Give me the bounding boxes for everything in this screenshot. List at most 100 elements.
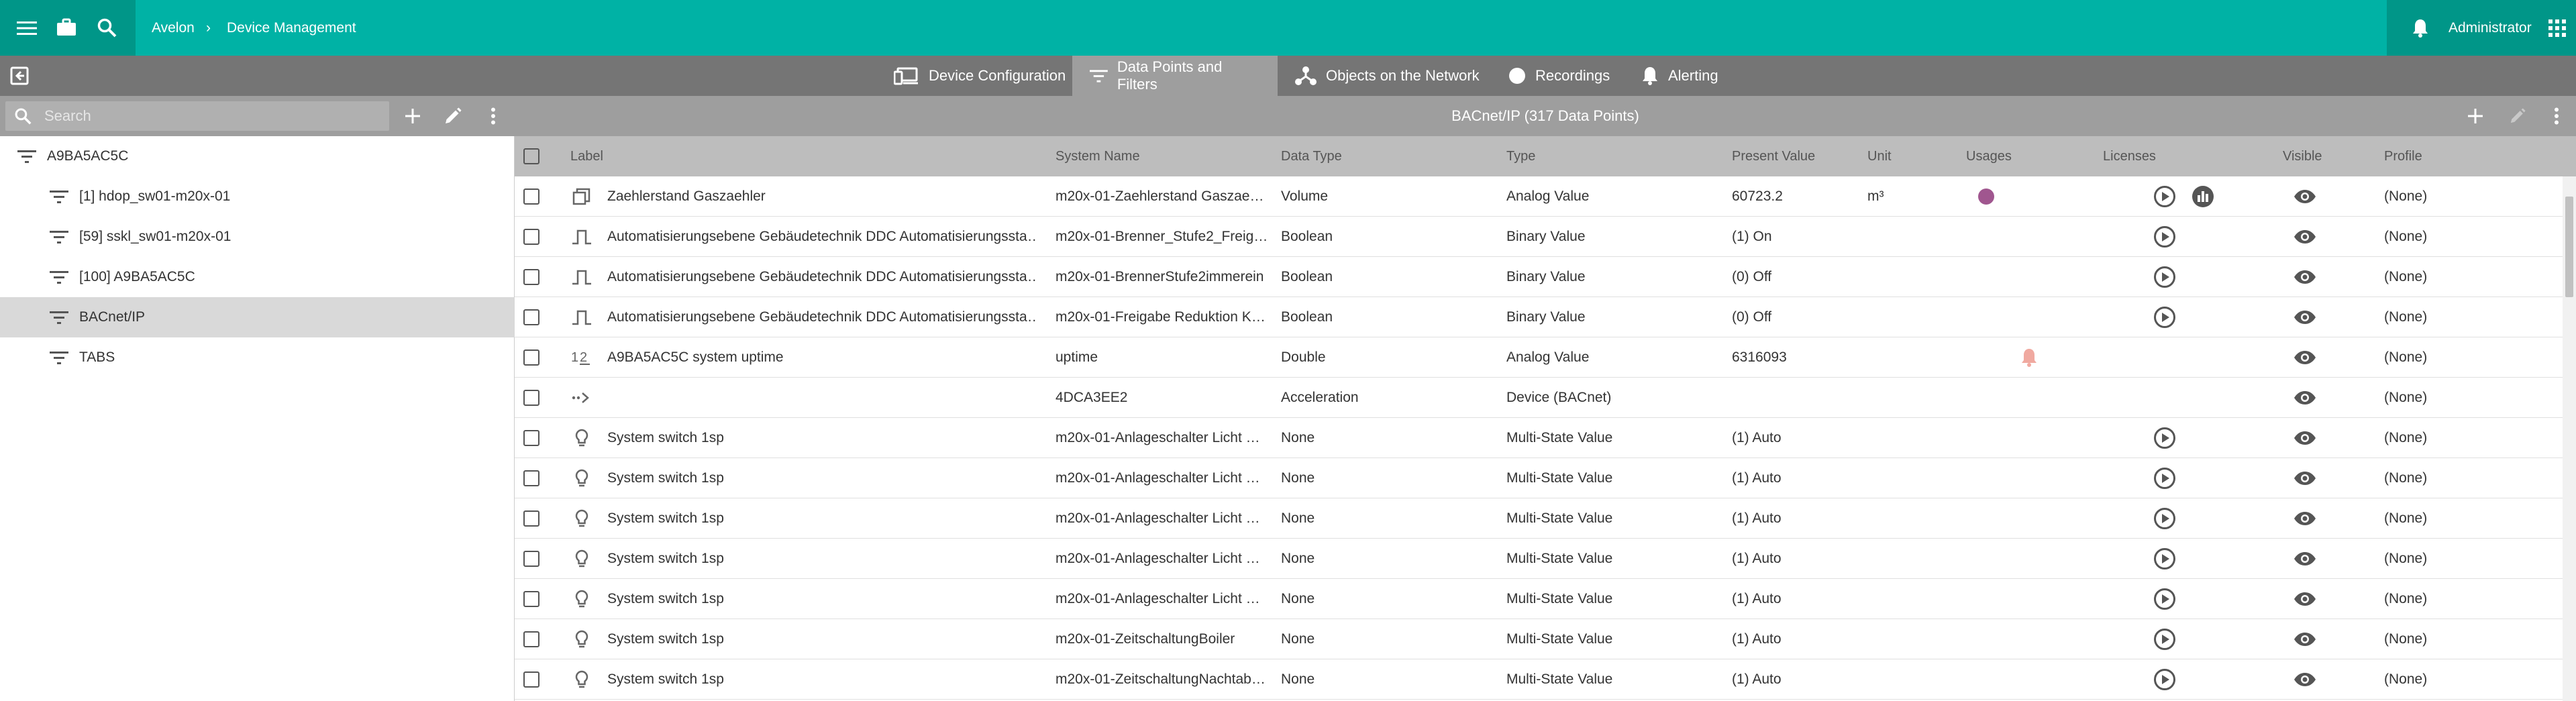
column-header-visible[interactable]: Visible (2283, 136, 2322, 176)
table-row[interactable]: Zaehlerstand Gaszaehler m20x-01-Zaehlerst… (515, 176, 2563, 217)
row-checkbox[interactable] (523, 470, 539, 486)
table-row[interactable]: 4DCA3EE2 Acceleration Device (BACnet) (None… (515, 378, 2563, 418)
scrollbar-thumb[interactable] (2565, 197, 2573, 297)
column-header-licenses[interactable]: Licenses (2103, 136, 2156, 176)
tab-recordings[interactable]: Recordings (1491, 56, 1627, 96)
apps-grid-icon[interactable] (2548, 19, 2567, 38)
license-play-icon[interactable] (2153, 547, 2176, 570)
cell-unit (1867, 418, 1955, 458)
tree-item[interactable]: A9BA5AC5C (0, 136, 515, 176)
row-checkbox[interactable] (523, 349, 539, 366)
visible-eye-icon[interactable] (2294, 427, 2316, 449)
tree-item[interactable]: [1] hdop_sw01-m20x-01 (0, 176, 515, 217)
tree-item[interactable]: TABS (0, 337, 515, 378)
collapse-sidebar-icon[interactable] (9, 66, 30, 86)
visible-eye-icon[interactable] (2294, 467, 2316, 490)
table-row[interactable]: System switch 1sp m20x-01-Anlageschalter … (515, 458, 2563, 498)
more-vert-icon[interactable] (2548, 107, 2565, 125)
license-play-icon[interactable] (2153, 507, 2176, 530)
edit-icon[interactable] (443, 106, 463, 126)
tree-item[interactable]: BACnet/IP (0, 297, 515, 337)
license-play-icon[interactable] (2153, 427, 2176, 449)
cell-label: System switch 1sp (607, 430, 724, 445)
select-all-checkbox[interactable] (523, 148, 539, 164)
column-header-system-name[interactable]: System Name (1055, 136, 1140, 176)
tab-data-points-and-filters[interactable]: Data Points and Filters (1072, 56, 1278, 96)
visible-eye-icon[interactable] (2294, 668, 2316, 691)
column-header-usages[interactable]: Usages (1966, 136, 2012, 176)
breadcrumb-app[interactable]: Avelon (152, 0, 195, 56)
column-header-profile[interactable]: Profile (2384, 136, 2422, 176)
filter-icon (50, 350, 68, 369)
visible-eye-icon[interactable] (2294, 346, 2316, 369)
user-name[interactable]: Administrator (2449, 0, 2532, 56)
row-checkbox[interactable] (523, 390, 539, 406)
license-play-icon[interactable] (2153, 588, 2176, 610)
table-row[interactable]: System switch 1sp m20x-01-Anlageschalter … (515, 579, 2563, 619)
table-row[interactable]: System switch 1sp m20x-01-ZeitschaltungBo… (515, 619, 2563, 659)
cell-label: System switch 1sp (607, 671, 724, 687)
license-chart-icon[interactable] (2192, 185, 2214, 208)
section-nav: Device Configuration Data Points and Fil… (0, 56, 2576, 96)
table-row[interactable]: System switch 1sp m20x-01-Anlageschalter … (515, 539, 2563, 579)
license-play-icon[interactable] (2153, 467, 2176, 490)
column-header-unit[interactable]: Unit (1867, 136, 1892, 176)
more-vert-icon[interactable] (483, 106, 503, 126)
tab-device-configuration[interactable]: Device Configuration (876, 56, 1083, 96)
column-header-present-value[interactable]: Present Value (1732, 136, 1815, 176)
menu-icon[interactable] (16, 17, 38, 39)
briefcase-icon[interactable] (55, 16, 78, 39)
edit-icon[interactable] (2509, 107, 2526, 125)
column-header-data-type[interactable]: Data Type (1281, 136, 1342, 176)
tab-objects-on-the-network[interactable]: Objects on the Network (1278, 56, 1497, 96)
table-row[interactable]: System switch 1sp m20x-01-Anlageschalter … (515, 498, 2563, 539)
visible-eye-icon[interactable] (2294, 588, 2316, 610)
visible-eye-icon[interactable] (2294, 185, 2316, 208)
row-checkbox[interactable] (523, 551, 539, 567)
row-checkbox[interactable] (523, 269, 539, 285)
tree-item[interactable]: [100] A9BA5AC5C (0, 257, 515, 297)
visible-eye-icon[interactable] (2294, 507, 2316, 530)
add-icon[interactable] (403, 106, 423, 126)
visible-eye-icon[interactable] (2294, 386, 2316, 409)
table-row[interactable]: 1 2 A9BA5AC5C system uptime uptime Double Ana… (515, 337, 2563, 378)
add-data-point-icon[interactable] (2467, 107, 2484, 125)
tree-item[interactable]: [59] sskl_sw01-m20x-01 (0, 217, 515, 257)
visible-eye-icon[interactable] (2294, 547, 2316, 570)
vertical-scrollbar[interactable] (2563, 176, 2576, 701)
column-header-type[interactable]: Type (1506, 136, 1535, 176)
visible-eye-icon[interactable] (2294, 306, 2316, 329)
license-play-icon[interactable] (2153, 266, 2176, 288)
license-play-icon[interactable] (2153, 306, 2176, 329)
license-play-icon[interactable] (2153, 628, 2176, 651)
search-input[interactable] (44, 101, 380, 131)
row-checkbox[interactable] (523, 309, 539, 325)
device-arrow-icon (571, 387, 593, 409)
license-play-icon[interactable] (2153, 225, 2176, 248)
license-play-icon[interactable] (2153, 668, 2176, 691)
usage-dot-icon[interactable] (1977, 188, 1995, 205)
cell-label: System switch 1sp (607, 510, 724, 526)
row-checkbox[interactable] (523, 188, 539, 205)
table-row[interactable]: Automatisierungsebene Gebäudetechnik DDC… (515, 257, 2563, 297)
visible-eye-icon[interactable] (2294, 628, 2316, 651)
visible-eye-icon[interactable] (2294, 266, 2316, 288)
cell-data-type: Boolean (1281, 269, 1333, 284)
visible-eye-icon[interactable] (2294, 225, 2316, 248)
row-checkbox[interactable] (523, 430, 539, 446)
row-checkbox[interactable] (523, 631, 539, 647)
row-checkbox[interactable] (523, 229, 539, 245)
column-header-label[interactable]: Label (570, 136, 603, 176)
row-checkbox[interactable] (523, 591, 539, 607)
alarm-bell-icon[interactable] (2020, 347, 2038, 368)
table-row[interactable]: Automatisierungsebene Gebäudetechnik DDC… (515, 217, 2563, 257)
notifications-bell-icon[interactable] (2410, 17, 2431, 39)
search-icon[interactable] (95, 16, 118, 39)
tab-alerting[interactable]: Alerting (1624, 56, 1736, 96)
table-row[interactable]: System switch 1sp m20x-01-Anlageschalter … (515, 418, 2563, 458)
table-row[interactable]: Automatisierungsebene Gebäudetechnik DDC… (515, 297, 2563, 337)
table-row[interactable]: System switch 1sp m20x-01-ZeitschaltungNa… (515, 659, 2563, 700)
license-play-icon[interactable] (2153, 185, 2176, 208)
row-checkbox[interactable] (523, 510, 539, 527)
row-checkbox[interactable] (523, 671, 539, 688)
